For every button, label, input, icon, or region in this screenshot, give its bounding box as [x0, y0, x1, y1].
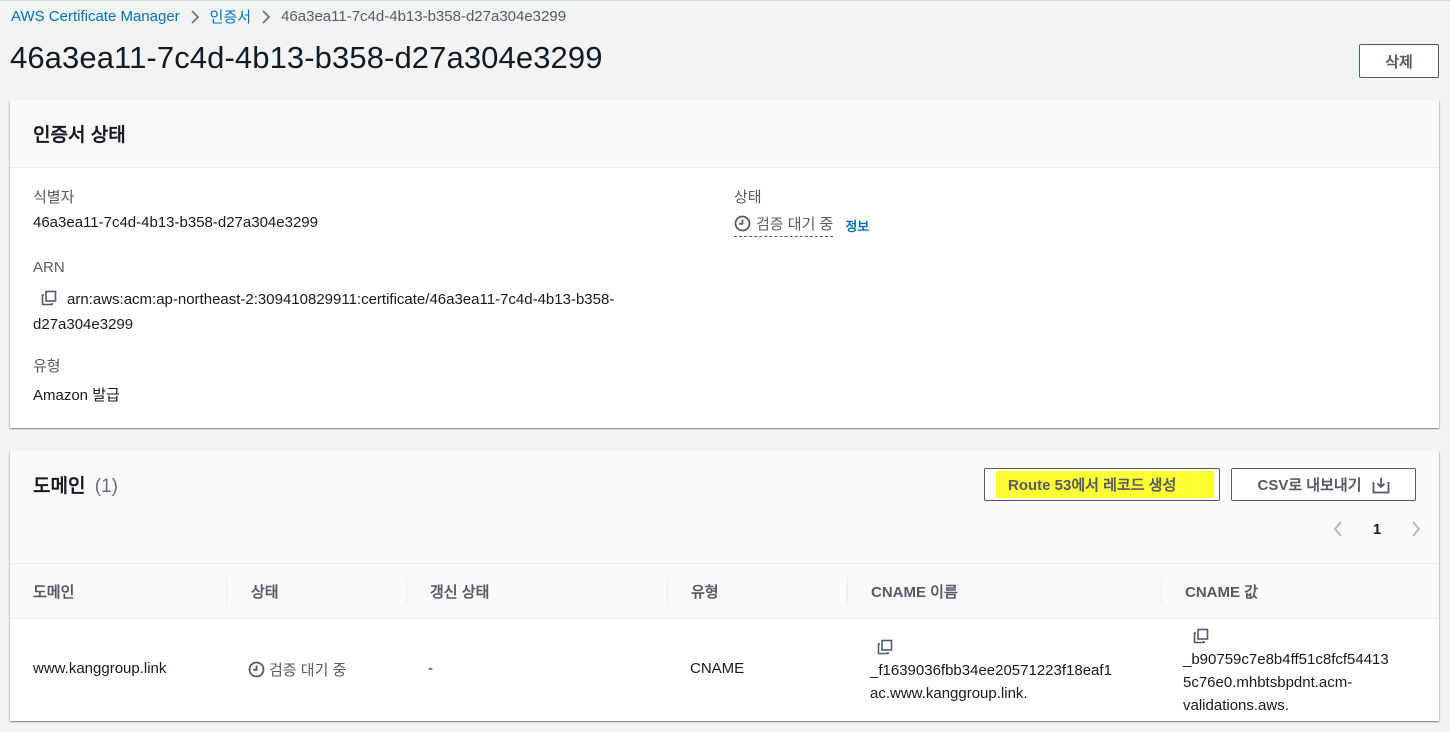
column-header-domain[interactable]: 도메인 [33, 564, 74, 619]
identifier-value: 46a3ea11-7c4d-4b13-b358-d27a304e3299 [33, 214, 318, 231]
panel-title: 인증서 상태 [10, 100, 1439, 168]
pagination: 1 [1332, 516, 1422, 542]
row-domain: www.kanggroup.link [33, 660, 167, 677]
create-records-route53-button[interactable]: Route 53에서 레코드 생성 [984, 468, 1220, 501]
type-label: 유형 [33, 358, 61, 375]
row-type: CNAME [690, 660, 745, 677]
cname-name-line: _f1639036fbb34ee20571223f18eaf1 [870, 662, 1112, 679]
arn-label: ARN [33, 259, 65, 276]
table-header: 도메인 상태 갱신 상태 유형 CNAME 이름 CNAME 값 [10, 563, 1439, 619]
column-header-cname-name[interactable]: CNAME 이름 [871, 564, 958, 619]
column-header-cname-value[interactable]: CNAME 값 [1185, 564, 1258, 619]
domains-title: 도메인 (1) [33, 471, 118, 498]
domains-title-text: 도메인 [33, 476, 86, 497]
column-header-type[interactable]: 유형 [691, 564, 719, 619]
delete-button[interactable]: 삭제 [1359, 44, 1439, 78]
cname-name-line: ac.www.kanggroup.link. [870, 685, 1028, 702]
cname-value-line: _b90759c7e8b4ff51c8fcf54413 [1183, 651, 1389, 668]
breadcrumb-acm-link[interactable]: AWS Certificate Manager [11, 8, 180, 25]
copy-icon[interactable] [41, 290, 57, 313]
column-divider [667, 578, 668, 604]
breadcrumb-certificates-link[interactable]: 인증서 [210, 6, 251, 27]
top-border [0, 0, 1450, 1]
status-pending-label: 검증 대기 중 [756, 216, 834, 233]
chevron-right-icon[interactable] [1410, 520, 1422, 538]
chevron-right-icon [180, 8, 210, 25]
status-label: 상태 [734, 189, 762, 206]
row-cname-value: _b90759c7e8b4ff51c8fcf54413 5c76e0.mhbts… [1183, 626, 1389, 717]
chevron-right-icon [251, 8, 281, 25]
row-cname-name: _f1639036fbb34ee20571223f18eaf1 ac.www.k… [870, 637, 1112, 705]
column-divider [1161, 578, 1162, 604]
page-title: 46a3ea11-7c4d-4b13-b358-d27a304e3299 [10, 40, 603, 75]
chevron-left-icon[interactable] [1332, 520, 1344, 538]
identifier-label: 식별자 [33, 189, 75, 206]
domains-panel: 도메인 (1) Route 53에서 레코드 생성 CSV로 내보내기 1 도메… [10, 451, 1439, 721]
breadcrumb: AWS Certificate Manager 인증서 46a3ea11-7c4… [11, 6, 566, 26]
type-value: Amazon 발급 [33, 387, 120, 404]
row-status-label: 검증 대기 중 [269, 662, 347, 679]
arn-value: arn:aws:acm:ap-northeast-2:309410829911:… [33, 291, 615, 333]
page-number[interactable]: 1 [1373, 521, 1381, 538]
column-header-status[interactable]: 상태 [251, 564, 279, 619]
clock-icon [248, 661, 265, 678]
status-pending-text[interactable]: 검증 대기 중 [734, 213, 834, 237]
status-value: 검증 대기 중 정보 [734, 213, 869, 237]
export-csv-button[interactable]: CSV로 내보내기 [1231, 468, 1416, 501]
export-csv-label: CSV로 내보내기 [1257, 477, 1362, 494]
clock-icon [734, 215, 751, 232]
certificate-status-panel: 인증서 상태 식별자 46a3ea11-7c4d-4b13-b358-d27a3… [10, 100, 1439, 428]
cname-value-line: validations.aws. [1183, 697, 1289, 714]
arn-value-row: arn:aws:acm:ap-northeast-2:309410829911:… [33, 288, 693, 336]
row-renewal-status: - [428, 660, 433, 677]
domains-header [10, 451, 1439, 563]
create-records-route53-label: Route 53에서 레코드 생성 [996, 471, 1214, 498]
column-header-renewal-status[interactable]: 갱신 상태 [430, 564, 489, 619]
row-status: 검증 대기 중 [248, 659, 346, 680]
domains-count: (1) [94, 476, 118, 497]
breadcrumb-current: 46a3ea11-7c4d-4b13-b358-d27a304e3299 [281, 7, 567, 25]
download-icon [1372, 477, 1389, 493]
column-divider [406, 578, 407, 604]
column-divider [847, 578, 848, 604]
cname-value-line: 5c76e0.mhbtsbpdnt.acm- [1183, 674, 1353, 691]
column-divider [226, 578, 227, 604]
info-link[interactable]: 정보 [845, 216, 869, 235]
